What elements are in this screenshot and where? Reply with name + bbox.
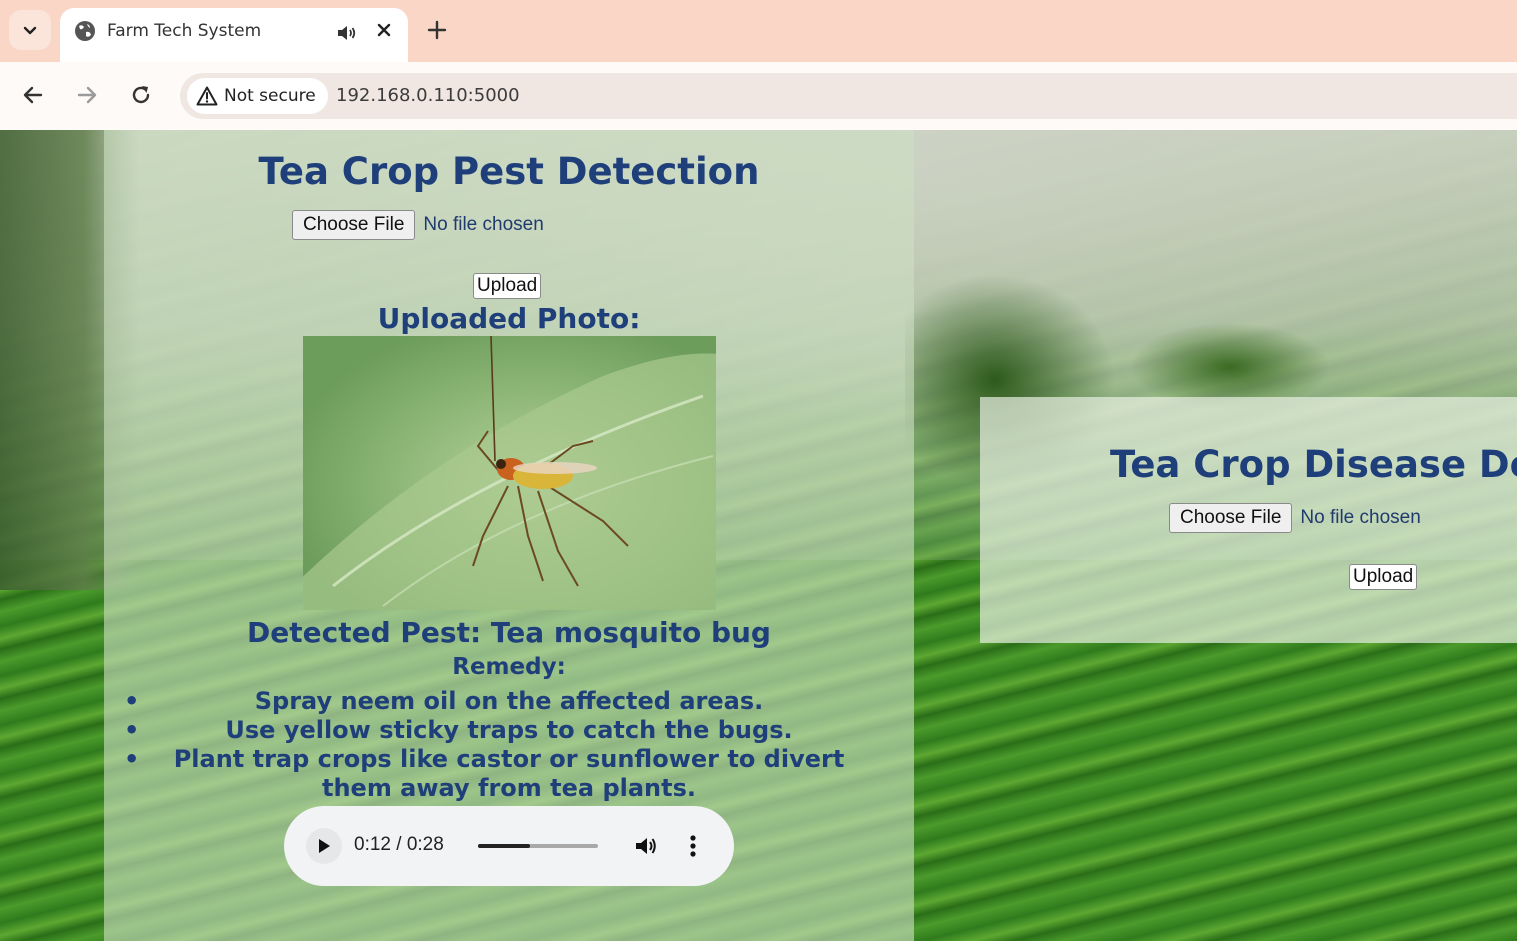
disease-title: Tea Crop Disease De	[1110, 443, 1517, 486]
disease-detection-panel: Tea Crop Disease De Choose File No file …	[980, 397, 1517, 643]
globe-icon	[75, 21, 95, 41]
reload-icon[interactable]	[128, 82, 154, 108]
page-viewport: Tea Crop Pest Detection Choose File No f…	[0, 130, 1517, 941]
disease-file-status: No file chosen	[1300, 507, 1421, 528]
remedy-list: Spray neem oil on the affected areas. Us…	[104, 687, 914, 803]
tab-strip: Farm Tech System	[0, 0, 1517, 64]
warning-triangle-icon	[196, 86, 218, 106]
security-chip[interactable]: Not secure	[187, 78, 328, 114]
disease-upload-button[interactable]: Upload	[1349, 564, 1418, 590]
audio-progress-fill	[478, 844, 530, 848]
more-vertical-icon[interactable]	[688, 832, 698, 860]
uploaded-photo	[303, 336, 716, 610]
detected-pest-text: Detected Pest: Tea mosquito bug	[247, 616, 771, 649]
remedy-item: Plant trap crops like castor or sunflowe…	[104, 745, 914, 803]
uploaded-photo-heading: Uploaded Photo:	[377, 302, 641, 335]
close-icon[interactable]	[373, 19, 395, 41]
address-bar[interactable]: Not secure 192.168.0.110:5000	[180, 73, 1517, 119]
pest-detection-panel: Tea Crop Pest Detection Choose File No f…	[104, 130, 914, 941]
pest-file-input[interactable]: Choose File No file chosen	[292, 210, 544, 240]
tab-search-button[interactable]	[9, 10, 51, 50]
browser-tab[interactable]: Farm Tech System	[60, 8, 408, 64]
arrow-right-icon[interactable]	[74, 82, 100, 108]
pest-file-status: No file chosen	[423, 214, 544, 235]
security-label: Not secure	[224, 86, 316, 106]
remedy-heading: Remedy:	[452, 654, 566, 680]
plus-icon[interactable]	[425, 18, 449, 42]
url-text[interactable]: 192.168.0.110:5000	[336, 85, 520, 106]
audio-time: 0:12 / 0:28	[354, 834, 444, 855]
speaker-icon[interactable]	[335, 21, 359, 45]
play-icon	[319, 839, 330, 853]
audio-play-button[interactable]	[306, 828, 342, 864]
chevron-down-icon	[23, 26, 37, 35]
arrow-left-icon[interactable]	[20, 82, 46, 108]
remedy-item: Use yellow sticky traps to catch the bug…	[104, 716, 914, 745]
pest-title: Tea Crop Pest Detection	[258, 150, 760, 193]
pest-choose-file-button[interactable]: Choose File	[292, 210, 416, 240]
pest-photo-illustration	[303, 336, 716, 610]
volume-icon[interactable]	[632, 832, 660, 860]
audio-progress-slider[interactable]	[478, 844, 598, 848]
browser-toolbar: Not secure 192.168.0.110:5000	[0, 62, 1517, 130]
disease-choose-file-button[interactable]: Choose File	[1169, 503, 1293, 533]
tab-title: Farm Tech System	[107, 21, 262, 41]
remedy-item: Spray neem oil on the affected areas.	[104, 687, 914, 716]
disease-file-input[interactable]: Choose File No file chosen	[1169, 503, 1421, 533]
pest-upload-button[interactable]: Upload	[473, 273, 542, 299]
audio-player: 0:12 / 0:28	[284, 806, 734, 886]
